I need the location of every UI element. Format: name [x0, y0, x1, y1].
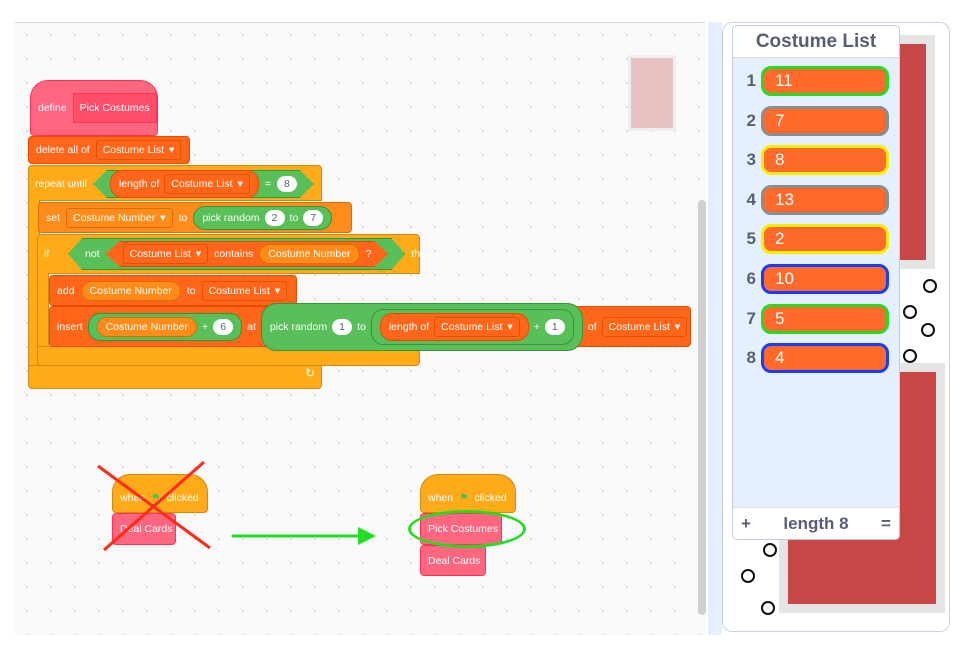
- loop-arrow-icon: ↻: [304, 366, 315, 380]
- green-flag-icon: ⚑: [459, 491, 469, 504]
- variable-reporter[interactable]: Costume Number: [80, 280, 181, 301]
- list-item-index: 2: [746, 110, 756, 130]
- insert-at-block[interactable]: insert Costume Number +6 at pick random 1 t…: [49, 302, 691, 351]
- dot: [923, 279, 937, 293]
- pick-random-reporter[interactable]: pick random 1 to length of Costume List ▾ +1: [260, 302, 583, 351]
- list-item-value[interactable]: 2: [761, 224, 889, 255]
- repeat-label: repeat until: [35, 178, 87, 190]
- list-item-index: 5: [746, 229, 756, 249]
- list-item[interactable]: 1 11: [733, 64, 899, 98]
- length-of-reporter[interactable]: length of Costume List ▾: [110, 170, 259, 198]
- list-item[interactable]: 75: [733, 302, 899, 336]
- when-flag-clicked-hat[interactable]: when ⚑ clicked: [420, 474, 516, 513]
- list-item[interactable]: 27: [733, 104, 899, 138]
- add-to-list-block[interactable]: add Costume Number to Costume List ▾: [49, 275, 297, 306]
- list-item[interactable]: 38: [733, 143, 899, 177]
- dot: [903, 349, 917, 363]
- dot: [741, 569, 755, 583]
- dot: [761, 601, 775, 615]
- divider: [708, 22, 722, 635]
- list-item[interactable]: 84: [733, 341, 899, 375]
- repeat-row: repeat until length of Costume List ▾ = 8: [30, 170, 319, 198]
- variable-reporter[interactable]: Costume Number: [259, 244, 359, 264]
- list-item-value[interactable]: 4: [761, 343, 889, 374]
- add-item-button[interactable]: +: [741, 514, 751, 534]
- sprite-thumbnail: [628, 55, 676, 131]
- green-arrow-icon: [232, 527, 376, 545]
- list-item-value[interactable]: 5: [761, 303, 889, 334]
- list-item-index: 1: [746, 71, 756, 90]
- red-cross-icon: [97, 460, 211, 552]
- contains-predicate[interactable]: Costume List ▾ contains Costume Number ?: [106, 241, 389, 267]
- number-input[interactable]: 8: [277, 176, 297, 192]
- list-length: length 8: [783, 513, 849, 533]
- list-item-index: 6: [746, 269, 756, 288]
- add-operator[interactable]: Costume Number +6: [87, 312, 243, 341]
- highlight-ellipse: [408, 510, 526, 548]
- repeat-until-bottom: ↻: [28, 365, 322, 389]
- list-item-value[interactable]: 13: [761, 184, 889, 215]
- equals-operator[interactable]: length of Costume List ▾ = 8: [93, 170, 314, 198]
- list-item-index: 4: [746, 189, 756, 209]
- dot: [921, 323, 935, 337]
- set-variable-block[interactable]: set Costume Number ▾ to pick random 2 to 7: [38, 202, 352, 233]
- pick-random-reporter[interactable]: pick random 2 to 7: [193, 205, 333, 230]
- scrollbar[interactable]: [698, 200, 706, 615]
- define-hat-block[interactable]: define Pick Costumes: [30, 80, 158, 136]
- define-label: define: [38, 102, 67, 114]
- list-item-index: 8: [746, 348, 756, 368]
- variable-dropdown[interactable]: Costume Number ▾: [66, 207, 173, 228]
- list-dropdown[interactable]: Costume List ▾: [95, 140, 182, 160]
- list-item[interactable]: 52: [733, 222, 899, 256]
- dot: [763, 543, 777, 557]
- list-item-value[interactable]: 8: [761, 145, 889, 176]
- resize-handle[interactable]: =: [881, 514, 891, 534]
- list-item[interactable]: 6 10: [733, 262, 899, 296]
- not-operator[interactable]: not Costume List ▾ contains Costume Numbe…: [68, 238, 405, 270]
- deal-cards-block[interactable]: Deal Cards: [420, 545, 486, 576]
- list-item[interactable]: 4 13: [733, 183, 899, 217]
- list-item-index: 7: [746, 308, 756, 328]
- if-side: [37, 273, 49, 347]
- list-monitor-title: Costume List: [733, 26, 899, 58]
- list-monitor[interactable]: Costume List 1 11 2 7 3 8 4 13 5 2 6 10 7 5 8 4 + lengt…: [732, 25, 900, 540]
- if-row: if not Costume List ▾ contains Costume Nu…: [40, 238, 436, 270]
- dot: [903, 305, 917, 319]
- list-item-value[interactable]: 11: [761, 66, 889, 96]
- delete-all-block[interactable]: delete all of Costume List ▾: [28, 136, 190, 164]
- list-item-index: 3: [746, 150, 756, 170]
- define-name: Pick Costumes: [72, 93, 157, 123]
- list-item-value[interactable]: 7: [761, 105, 889, 136]
- list-item-value[interactable]: 10: [761, 264, 889, 294]
- delete-label: delete all of: [36, 144, 90, 156]
